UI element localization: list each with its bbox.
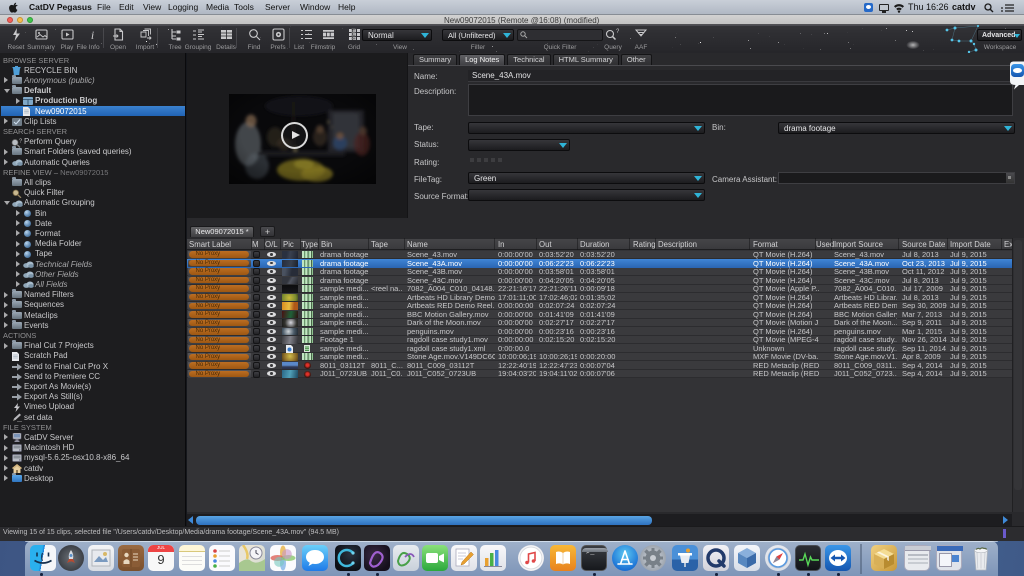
svg-text:?: ?	[616, 29, 619, 35]
svg-text:i: i	[91, 28, 94, 41]
svg-text:?: ?	[19, 138, 22, 144]
